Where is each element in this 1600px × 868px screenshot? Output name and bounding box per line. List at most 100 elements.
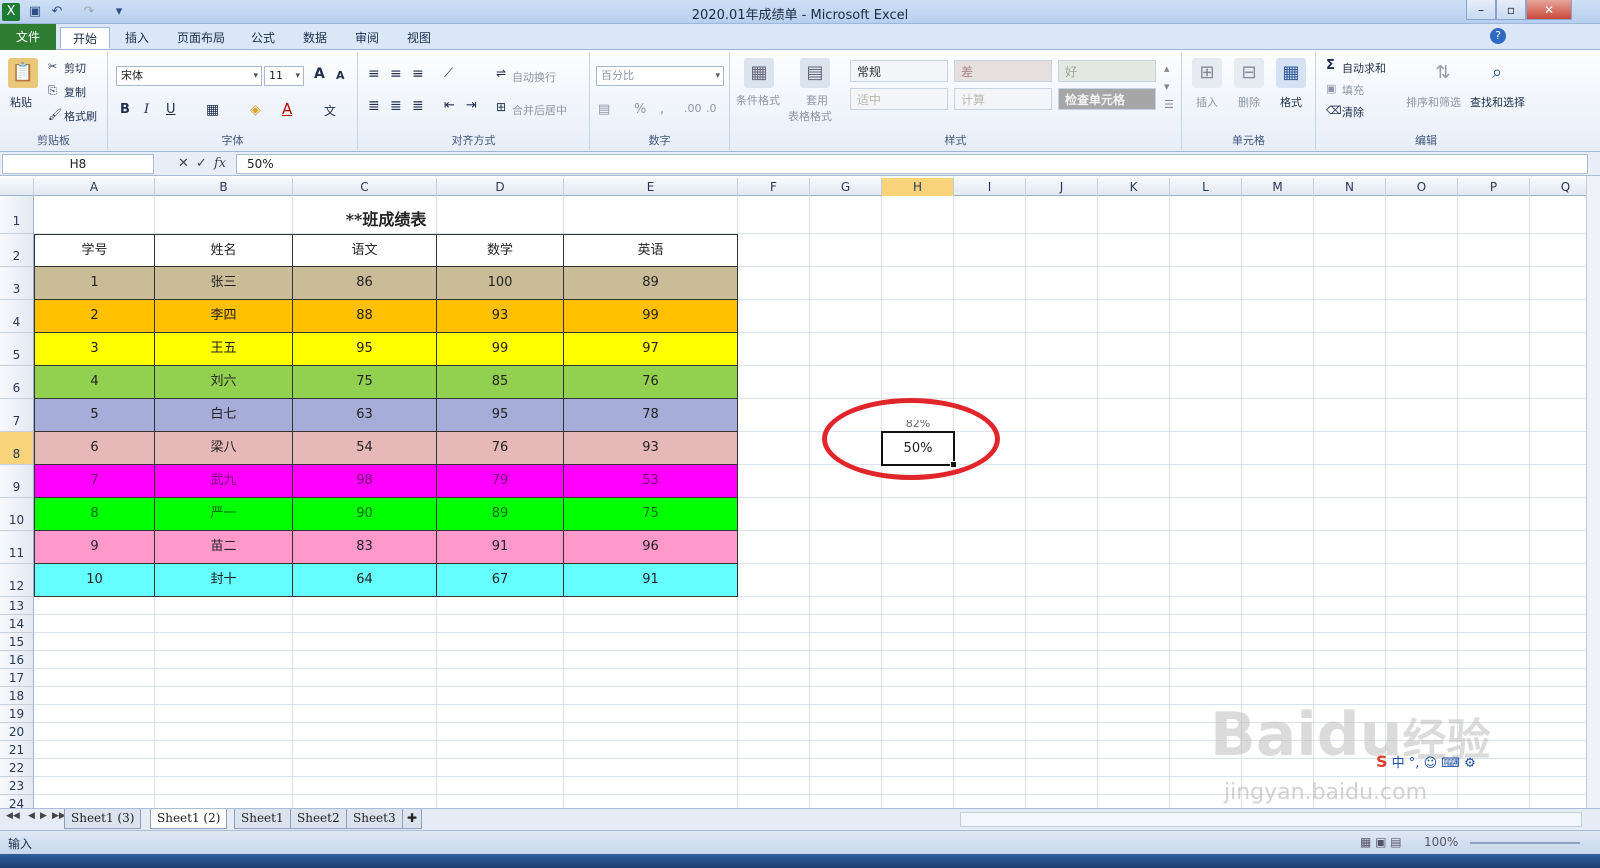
row-header-14[interactable]: 14 — [0, 615, 34, 633]
styles-more-icon[interactable]: ☰ — [1164, 98, 1174, 111]
autosum-button[interactable]: 自动求和 — [1342, 60, 1386, 76]
table-cell[interactable]: 1 — [34, 267, 155, 300]
table-cell[interactable]: 86 — [293, 267, 437, 300]
currency-icon[interactable]: ▤ — [598, 102, 610, 117]
shrink-font-button[interactable]: A — [336, 69, 345, 82]
tab-page-layout[interactable]: 页面布局 — [168, 27, 234, 49]
tab-view[interactable]: 视图 — [398, 27, 440, 49]
insert-cells-button[interactable]: 插入 — [1196, 94, 1218, 110]
row-header-12[interactable]: 12 — [0, 564, 34, 597]
table-cell[interactable]: 53 — [564, 465, 738, 498]
table-cell[interactable]: 79 — [437, 465, 564, 498]
table-cell[interactable]: 90 — [293, 498, 437, 531]
table-cell[interactable]: 8 — [34, 498, 155, 531]
vertical-scrollbar[interactable] — [1586, 176, 1600, 808]
table-format-icon[interactable]: ▤ — [800, 58, 830, 88]
row-header-2[interactable]: 2 — [0, 234, 34, 267]
wrap-text-button[interactable]: 自动换行 — [512, 69, 556, 85]
table-cell[interactable]: 98 — [293, 465, 437, 498]
tab-home[interactable]: 开始 — [60, 27, 110, 49]
row-header-22[interactable]: 22 — [0, 759, 34, 777]
row-header-13[interactable]: 13 — [0, 597, 34, 615]
underline-button[interactable]: U — [166, 102, 176, 117]
table-cell[interactable]: 54 — [293, 432, 437, 465]
insert-sheet-icon[interactable]: ✚ — [402, 809, 423, 829]
style-bad[interactable]: 差 — [954, 60, 1052, 82]
row-header-18[interactable]: 18 — [0, 687, 34, 705]
sheet-tab[interactable]: Sheet3 — [346, 809, 403, 829]
table-header-cell[interactable]: 学号 — [34, 234, 155, 267]
column-header-j[interactable]: J — [1026, 178, 1098, 196]
cancel-icon[interactable]: ✕ — [178, 154, 189, 174]
table-cell[interactable]: 6 — [34, 432, 155, 465]
fill-color-icon[interactable]: ◈ — [250, 102, 261, 118]
align-center-icon[interactable]: ≣ — [390, 98, 402, 114]
table-cell[interactable]: 75 — [564, 498, 738, 531]
clear-button[interactable]: 清除 — [1342, 104, 1364, 120]
number-format-combo[interactable]: 百分比 — [596, 66, 724, 86]
help-icon[interactable]: ? — [1490, 28, 1506, 44]
sheet-tab[interactable]: Sheet2 — [290, 809, 347, 829]
column-header-f[interactable]: F — [738, 178, 810, 196]
decrease-decimal-icon[interactable]: .0 — [706, 102, 717, 115]
align-bottom-icon[interactable]: ≡ — [412, 66, 424, 82]
table-cell[interactable]: 93 — [564, 432, 738, 465]
column-header-c[interactable]: C — [293, 178, 437, 196]
table-cell[interactable]: 李四 — [155, 300, 293, 333]
delete-cells-button[interactable]: 删除 — [1238, 94, 1260, 110]
worksheet-grid[interactable]: ABCDEFGHIJKLMNOPQ 1 2 3 4 5 6 7 8 9 10 11 12 13 14 15 1… — [0, 178, 1586, 808]
decrease-indent-icon[interactable]: ⇤ — [444, 98, 455, 113]
align-top-icon[interactable]: ≡ — [368, 66, 380, 82]
comma-button[interactable]: , — [660, 102, 664, 117]
table-cell[interactable]: 王五 — [155, 333, 293, 366]
table-cell[interactable]: 7 — [34, 465, 155, 498]
table-header-cell[interactable]: 英语 — [564, 234, 738, 267]
row-header-24[interactable]: 24 — [0, 795, 34, 808]
column-header-g[interactable]: G — [810, 178, 882, 196]
table-cell[interactable]: 89 — [564, 267, 738, 300]
percent-button[interactable]: % — [634, 102, 646, 117]
tab-data[interactable]: 数据 — [294, 27, 336, 49]
column-header-b[interactable]: B — [155, 178, 293, 196]
select-all-corner[interactable] — [0, 178, 34, 196]
find-select-button[interactable]: 查找和选择 — [1470, 94, 1525, 110]
conditional-format-icon[interactable]: ▦ — [744, 58, 774, 88]
paste-icon[interactable]: 📋 — [8, 58, 38, 88]
column-header-p[interactable]: P — [1458, 178, 1530, 196]
italic-button[interactable]: I — [144, 102, 149, 117]
sheet-tab[interactable]: Sheet1 — [234, 809, 291, 829]
table-cell[interactable]: 93 — [437, 300, 564, 333]
tab-insert[interactable]: 插入 — [114, 27, 160, 49]
row-header-20[interactable]: 20 — [0, 723, 34, 741]
column-header-q[interactable]: Q — [1530, 178, 1586, 196]
ime-status[interactable]: 中 °, ☺ ⌨ ⚙ — [1392, 756, 1476, 771]
phonetic-icon[interactable]: 文 — [324, 102, 336, 119]
row-header-6[interactable]: 6 — [0, 366, 34, 399]
row-header-5[interactable]: 5 — [0, 333, 34, 366]
font-name-combo[interactable]: 宋体 — [116, 66, 262, 86]
sogou-ime-icon[interactable]: S — [1376, 752, 1388, 771]
orientation-icon[interactable]: ⟋ — [444, 66, 453, 81]
row-header-10[interactable]: 10 — [0, 498, 34, 531]
table-cell[interactable]: 梁八 — [155, 432, 293, 465]
name-box[interactable]: H8 — [2, 154, 154, 174]
maximize-button[interactable]: ▫ — [1496, 0, 1526, 20]
font-color-icon[interactable]: A — [282, 100, 292, 118]
table-cell[interactable]: 64 — [293, 564, 437, 597]
close-button[interactable]: ✕ — [1526, 0, 1572, 20]
row-header-1[interactable]: 1 — [0, 196, 34, 234]
style-normal[interactable]: 常规 — [850, 60, 948, 82]
row-header-19[interactable]: 19 — [0, 705, 34, 723]
table-cell[interactable]: 89 — [437, 498, 564, 531]
table-cell[interactable]: 99 — [564, 300, 738, 333]
table-cell[interactable]: 91 — [564, 564, 738, 597]
table-cell[interactable]: 2 — [34, 300, 155, 333]
styles-scroll-up-icon[interactable]: ▴ — [1164, 62, 1170, 75]
table-cell[interactable]: 99 — [437, 333, 564, 366]
grow-font-button[interactable]: A — [314, 66, 325, 82]
style-calculation[interactable]: 计算 — [954, 88, 1052, 110]
enter-icon[interactable]: ✓ — [196, 154, 207, 174]
ime-toolbar[interactable]: S 中 °, ☺ ⌨ ⚙ — [1376, 752, 1586, 772]
table-cell[interactable]: 封十 — [155, 564, 293, 597]
zoom-slider[interactable] — [1470, 842, 1580, 844]
